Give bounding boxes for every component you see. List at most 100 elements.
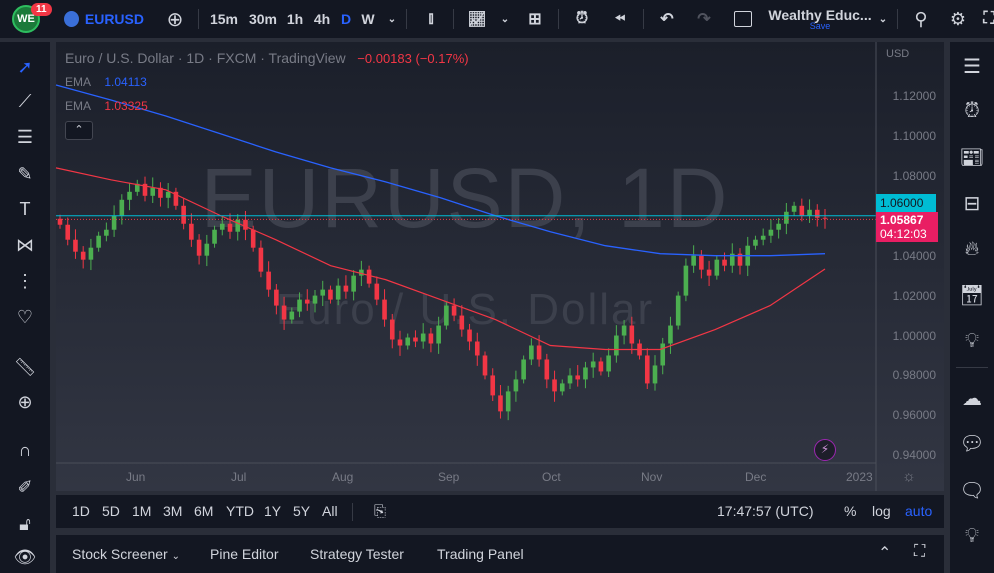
range-3m[interactable]: 3M [163,503,182,519]
range-5y[interactable]: 5Y [293,503,310,519]
candle-body [111,215,117,230]
candle-body [760,235,766,240]
price-axis[interactable]: USD 1.12000 1.10000 1.08000 1.04000 1.02000 1… [876,42,944,491]
auto-toggle[interactable]: auto [905,503,932,519]
ema-label: EMA [65,99,92,113]
candle-body [629,325,635,344]
candle-body [814,209,820,218]
candle-body [490,375,496,396]
news-icon[interactable]: 📰︎ [956,141,988,173]
last-price: 1.05867 [880,213,924,227]
chevron-up-icon[interactable]: ⌃ [878,543,891,563]
maximize-icon[interactable]: ⛶ [914,543,925,561]
range-5d[interactable]: 5D [102,503,120,519]
candle-body [722,259,727,266]
alarm-icon[interactable]: ⏰︎ [956,95,988,127]
candle-body [753,239,758,246]
ideas-lightbulb-icon[interactable]: 💡︎ [956,325,988,357]
legend-ema-1[interactable]: EMA 1.04113 [65,75,147,89]
candle-body [366,269,372,284]
legend-ema-2[interactable]: EMA 1.03325 [65,99,148,113]
ema-label: EMA [65,75,92,89]
messages-icon[interactable]: 💬︎ [956,427,988,459]
clock[interactable]: 17:47:57 (UTC) [717,503,813,519]
price-change: −0.00183 (−0.17%) [357,51,469,66]
candle-body [706,269,712,276]
candle-body [304,299,310,304]
range-1y[interactable]: 1Y [264,503,281,519]
candle-body [552,379,557,392]
data-window-icon[interactable]: ⊟ [956,187,988,219]
watchlist-icon[interactable]: ☰ [956,50,988,82]
range-6m[interactable]: 6M [194,503,213,519]
candle-body [397,339,403,346]
candle-body [799,205,805,216]
candle-body [606,355,611,372]
tab-trading-panel[interactable]: Trading Panel [437,546,524,562]
tab-label: Stock Screener [72,546,168,562]
candle-body [683,265,689,296]
candle-body [219,223,225,230]
candle-body [428,333,434,344]
chats-icon[interactable]: ☁ [956,382,988,414]
settings-sun-icon[interactable]: ☼ [902,468,916,485]
candle-body [73,239,78,252]
y-tick: 0.98000 [892,368,936,383]
calendar-icon[interactable]: 📅︎ [956,279,988,311]
candle-body [451,305,457,316]
price-chart[interactable] [0,0,994,573]
candle-body [536,345,542,360]
tab-strategy-tester[interactable]: Strategy Tester [310,546,404,562]
y-tick: 0.96000 [892,408,936,423]
ema-value: 1.03325 [104,99,148,113]
y-tick: 1.12000 [892,89,936,103]
ema-red-line [55,167,826,351]
ema-value: 1.04113 [104,75,147,89]
log-toggle[interactable]: log [872,503,891,519]
range-ytd[interactable]: YTD [226,503,254,519]
candle-body [328,289,333,300]
candle-body [374,283,380,300]
goto-date-icon[interactable]: ⎘ [374,503,386,520]
candle-body [413,337,418,342]
candle-body [289,311,295,320]
candle-body [807,209,812,216]
candle-body [521,359,526,380]
bottom-panel: Stock Screener ⌄ Pine Editor Strategy Te… [56,535,944,573]
range-1m[interactable]: 1M [132,503,151,519]
candle-body [297,299,302,312]
candle-body [204,243,210,256]
comments-icon[interactable]: 🗨︎ [956,474,988,506]
hotlist-fire-icon[interactable]: 🔥︎ [956,233,988,265]
symbol-description: Euro / U.S. Dollar · 1D · FXCM · Trading… [65,50,346,66]
bar-countdown: 04:12:03 [880,227,927,241]
range-all[interactable]: All [322,503,338,519]
candle-body [559,383,565,392]
candle-body [614,335,619,356]
candle-body [529,345,534,360]
candle-body [575,375,581,380]
tab-stock-screener[interactable]: Stock Screener ⌄ [72,546,180,562]
help-icon[interactable]: 💡︎ [956,520,988,552]
legend-title: Euro / U.S. Dollar · 1D · FXCM · Trading… [65,50,469,66]
percent-toggle[interactable]: % [844,503,856,519]
candle-body [65,224,71,240]
candle-body [165,191,171,198]
candle-body [513,379,519,392]
range-1d[interactable]: 1D [72,503,90,519]
tab-pine-editor[interactable]: Pine Editor [210,546,278,562]
candle-body [822,217,828,219]
y-tick: 1.04000 [892,248,936,263]
level-price-badge: 1.06000 [876,194,936,212]
collapse-legend-button[interactable]: ⌃ [65,121,93,140]
candle-body [776,223,781,230]
last-price-badge: 1.05867 04:12:03 [876,212,938,242]
currency-selector[interactable]: USD [886,48,909,60]
candle-body [281,305,287,320]
candle-body [505,391,511,412]
candle-body [474,341,480,356]
candle-body [243,219,248,230]
candle-body [444,305,449,326]
candle-body [436,325,441,344]
y-tick: 1.10000 [892,128,936,143]
